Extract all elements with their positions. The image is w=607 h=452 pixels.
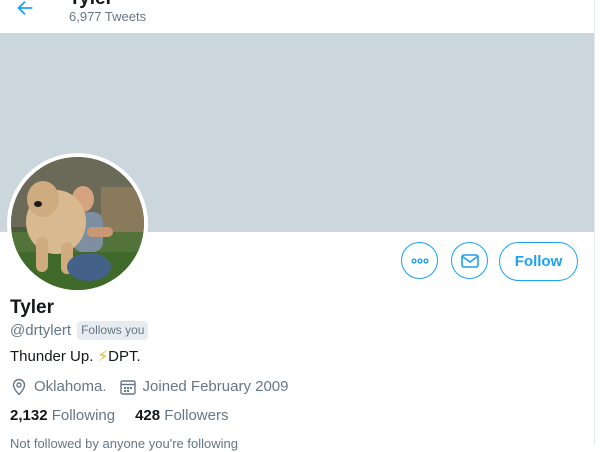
following-link[interactable]: 2,132 Following [10, 406, 115, 426]
location-text: Oklahoma. [34, 378, 107, 395]
follow-stats: 2,132 Following 428 Followers [10, 406, 248, 426]
profile-handle: @drtylert [10, 321, 72, 339]
follow-button[interactable]: Follow [499, 242, 578, 281]
bio-text-end: DPT. [108, 348, 141, 365]
following-count: 2,132 [10, 407, 48, 424]
profile-name: Tyler [10, 297, 55, 318]
following-label: Following [51, 407, 116, 424]
column-divider [594, 0, 595, 445]
avatar-image [11, 157, 144, 290]
followers-label: Followers [164, 407, 229, 424]
follows-you-badge: Follows you [77, 320, 149, 340]
mail-icon [460, 253, 479, 268]
more-icon [410, 257, 429, 264]
tweet-count: 6,977 Tweets [69, 9, 147, 24]
location-pin-icon [12, 378, 26, 396]
joined-date: Joined February 2009 [119, 377, 289, 397]
more-options-button[interactable] [401, 242, 438, 279]
back-button[interactable] [10, 0, 40, 23]
profile-header-bar: Tyler 6,977 Tweets [0, 0, 594, 33]
followers-count: 428 [135, 407, 161, 424]
arrow-left-icon [17, 0, 33, 16]
location: Oklahoma. [10, 377, 107, 397]
joined-text: Joined February 2009 [142, 378, 289, 395]
message-button[interactable] [451, 242, 488, 279]
avatar[interactable] [7, 153, 148, 294]
lightning-icon: ⚡ [97, 348, 109, 365]
not-followed-notice: Not followed by anyone you're following [10, 436, 238, 451]
profile-meta: Oklahoma. Joined February 2009 [10, 377, 288, 397]
followers-link[interactable]: 428 Followers [135, 406, 228, 426]
calendar-icon [119, 380, 136, 395]
handle-row: @drtylert Follows you [10, 320, 149, 340]
profile-bio: Thunder Up. ⚡DPT. [10, 347, 141, 367]
bio-text-start: Thunder Up. [10, 348, 94, 365]
